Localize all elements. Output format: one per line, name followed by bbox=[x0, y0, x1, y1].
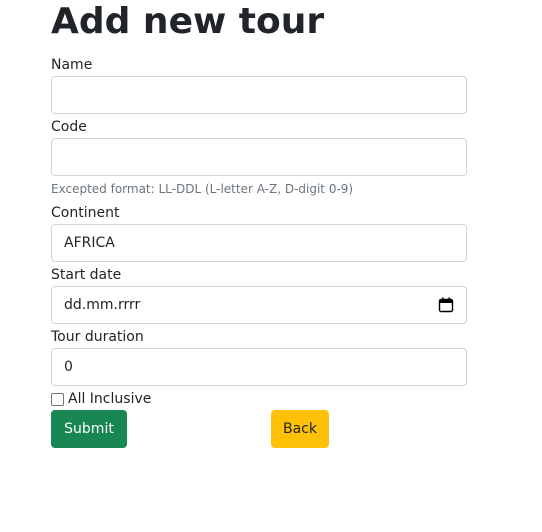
continent-value: AFRICA bbox=[64, 235, 115, 251]
calendar-icon[interactable] bbox=[438, 297, 454, 313]
all-inclusive-checkbox[interactable] bbox=[51, 392, 64, 406]
continent-select[interactable]: AFRICA bbox=[51, 224, 467, 262]
code-input[interactable] bbox=[51, 138, 467, 176]
continent-label: Continent bbox=[51, 205, 120, 221]
name-input[interactable] bbox=[51, 76, 467, 114]
code-label: Code bbox=[51, 119, 87, 135]
code-help-text: Excepted format: LL-DDL (L-letter A-Z, D… bbox=[51, 182, 354, 196]
all-inclusive-label[interactable]: All Inclusive bbox=[68, 390, 151, 408]
all-inclusive-row: All Inclusive bbox=[51, 390, 151, 408]
duration-value: 0 bbox=[64, 359, 73, 375]
start-date-label: Start date bbox=[51, 267, 122, 283]
back-button[interactable]: Back bbox=[271, 410, 329, 448]
start-date-value: dd.mm.rrrr bbox=[64, 297, 141, 313]
page-title: Add new tour bbox=[51, 1, 325, 42]
name-label: Name bbox=[51, 57, 93, 73]
duration-label: Tour duration bbox=[51, 329, 144, 345]
duration-input[interactable]: 0 bbox=[51, 348, 467, 386]
submit-button[interactable]: Submit bbox=[51, 410, 127, 448]
start-date-input[interactable]: dd.mm.rrrr bbox=[51, 286, 467, 324]
add-tour-page: Add new tour Name Code Excepted format: … bbox=[0, 0, 542, 532]
